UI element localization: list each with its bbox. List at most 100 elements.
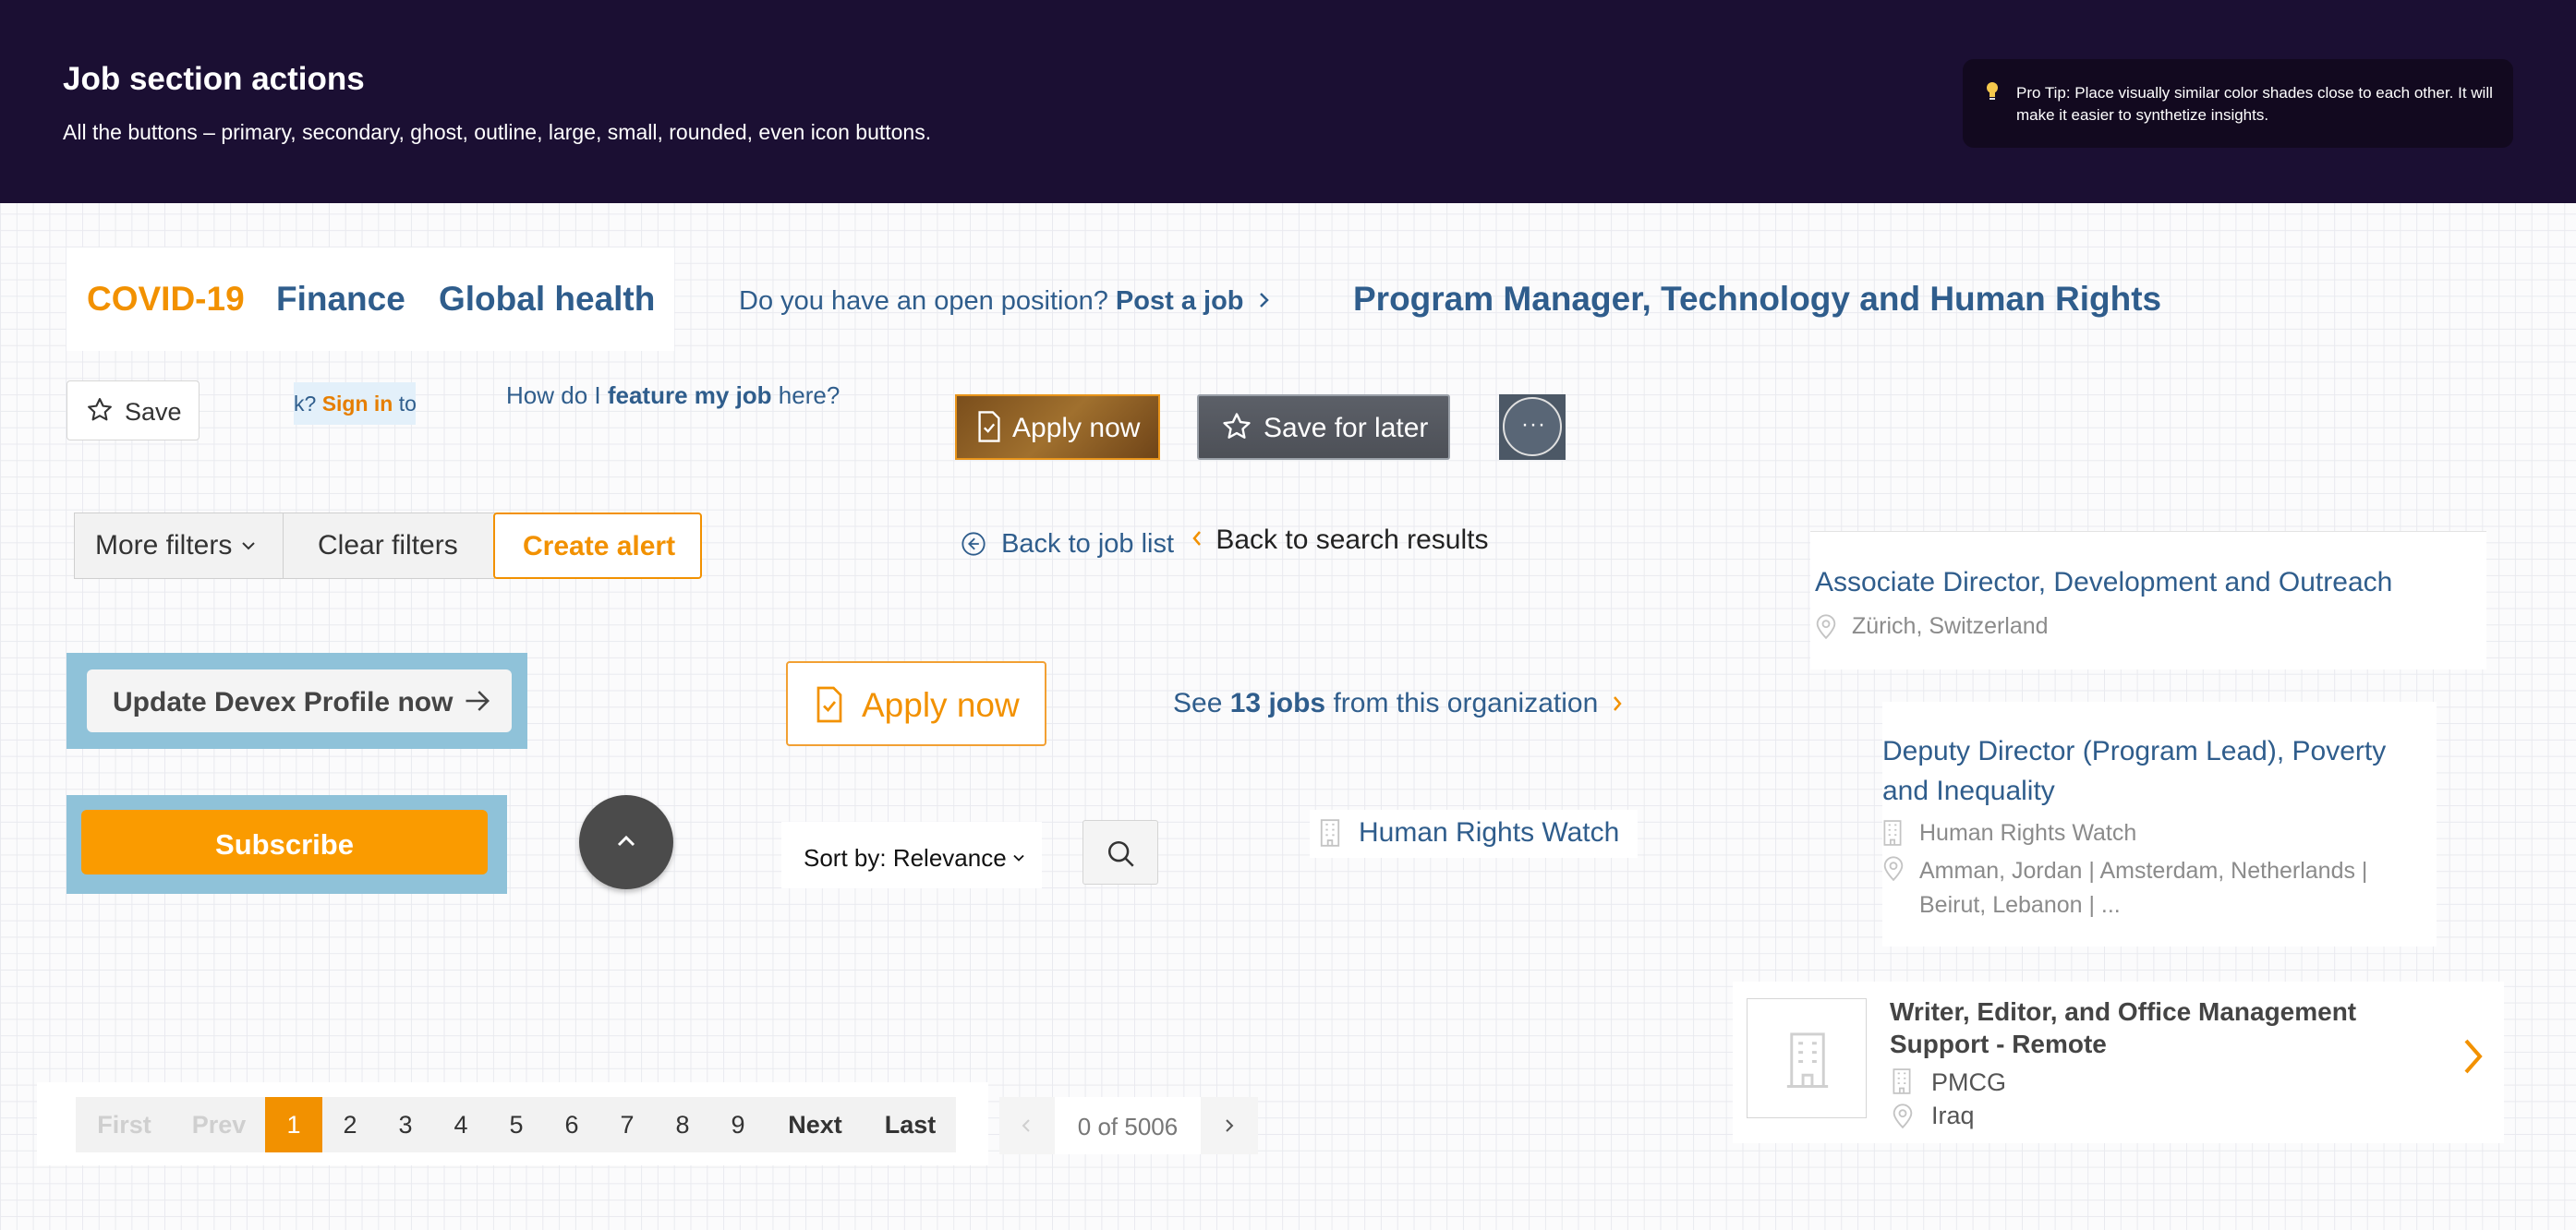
- more-horizontal-icon: ···: [1503, 397, 1562, 456]
- topic-tags: COVID-19 Finance Global health: [67, 247, 674, 351]
- more-options-glyph: ···: [1521, 412, 1546, 437]
- result-counter: 0 of 5006: [999, 1097, 1258, 1154]
- tag-global-health[interactable]: Global health: [439, 280, 655, 319]
- back-to-job-list-link[interactable]: Back to job list: [961, 529, 1174, 560]
- see-jobs-prefix: See: [1173, 688, 1223, 718]
- pro-tip-text: Pro Tip: Place visually similar color sh…: [2016, 84, 2493, 124]
- job-card-location: Zürich, Switzerland: [1852, 613, 2049, 639]
- scroll-to-top-button[interactable]: [579, 795, 673, 889]
- back-to-job-list-label: Back to job list: [1001, 529, 1175, 559]
- job-card-writer-editor[interactable]: Writer, Editor, and Office Management Su…: [1733, 982, 2504, 1143]
- pagination-page-1[interactable]: 1: [265, 1097, 322, 1152]
- job-card-org: Human Rights Watch: [1919, 820, 2137, 846]
- job-card-location: Iraq: [1931, 1102, 1975, 1129]
- pagination-next[interactable]: Next: [766, 1097, 865, 1152]
- page-subtitle: All the buttons – primary, secondary, gh…: [63, 120, 932, 144]
- pagination-page-8[interactable]: 8: [655, 1097, 710, 1152]
- lightbulb-icon: [1987, 82, 1998, 100]
- subscribe-button[interactable]: Subscribe: [81, 810, 488, 874]
- update-profile-label: Update Devex Profile now: [113, 687, 454, 718]
- pagination-page-5[interactable]: 5: [489, 1097, 544, 1152]
- more-options-button[interactable]: ···: [1499, 394, 1566, 460]
- post-job-link[interactable]: Post a job: [1116, 286, 1244, 316]
- update-profile-button[interactable]: Update Devex Profile now: [87, 669, 512, 732]
- sort-dropdown[interactable]: Sort by: Relevance: [781, 822, 1042, 888]
- location-pin-icon: [1883, 856, 1904, 881]
- job-title-link[interactable]: Program Manager, Technology and Human Ri…: [1353, 280, 2161, 319]
- sign-in-suffix: to: [398, 392, 416, 416]
- chevron-down-icon: [1013, 854, 1024, 862]
- job-card-associate-director[interactable]: Associate Director, Development and Outr…: [1810, 531, 2486, 669]
- back-to-search-results-link[interactable]: Back to search results: [1191, 525, 1488, 556]
- clear-filters-button[interactable]: Clear filters: [283, 512, 495, 579]
- subscribe-container: Subscribe: [67, 795, 507, 894]
- create-alert-label: Create alert: [523, 531, 676, 561]
- chevron-right-icon: [1226, 1119, 1234, 1132]
- feature-job-link[interactable]: feature my job: [608, 381, 772, 409]
- create-alert-button[interactable]: Create alert: [493, 512, 702, 579]
- chevron-up-icon: [617, 835, 635, 847]
- pagination: First Prev 1 2 3 4 5 6 7 8 9 Next Last: [76, 1097, 956, 1152]
- tag-covid-19[interactable]: COVID-19: [87, 280, 245, 319]
- pro-tip: Pro Tip: Place visually similar color sh…: [1963, 59, 2513, 148]
- tag-finance[interactable]: Finance: [276, 280, 405, 319]
- save-button-label: Save: [125, 398, 182, 426]
- apply-now-button-outline[interactable]: Apply now: [786, 661, 1046, 746]
- clear-filters-label: Clear filters: [318, 530, 458, 561]
- chevron-left-icon: [1192, 531, 1201, 546]
- see-org-jobs-link[interactable]: See 13 jobs from this organization: [1173, 688, 1647, 729]
- save-button[interactable]: Save: [67, 380, 200, 440]
- back-to-search-results-label: Back to search results: [1215, 525, 1489, 555]
- sign-in-link[interactable]: Sign in: [322, 392, 393, 416]
- apply-now-label: Apply now: [862, 686, 1020, 724]
- building-icon: [1786, 1032, 1829, 1089]
- sign-in-prompt: k? Sign in to: [294, 382, 416, 425]
- next-page-button[interactable]: [1201, 1097, 1258, 1154]
- pagination-prev[interactable]: Prev: [173, 1097, 265, 1152]
- job-card-title[interactable]: Associate Director, Development and Outr…: [1815, 567, 2392, 598]
- pagination-page-2[interactable]: 2: [322, 1097, 378, 1152]
- subscribe-label: Subscribe: [215, 828, 354, 861]
- organization-logo-placeholder: [1747, 998, 1867, 1118]
- pagination-last[interactable]: Last: [865, 1097, 956, 1152]
- organization-link[interactable]: Human Rights Watch: [1310, 810, 1638, 858]
- more-filters-button[interactable]: More filters: [74, 512, 284, 579]
- page-title: Job section actions: [63, 61, 365, 97]
- post-job-prompt: Do you have an open position? Post a job: [739, 286, 1270, 317]
- save-for-later-button[interactable]: Save for later: [1197, 394, 1450, 460]
- job-card-deputy-director[interactable]: Deputy Director (Program Lead), Poverty …: [1882, 702, 2437, 947]
- result-count: 0 of 5006: [1077, 1113, 1179, 1140]
- location-pin-icon: [1816, 614, 1836, 639]
- pagination-page-3[interactable]: 3: [378, 1097, 433, 1152]
- job-card-org: PMCG: [1931, 1068, 2006, 1096]
- building-icon: [1883, 820, 1902, 846]
- document-check-icon: [816, 686, 842, 723]
- update-profile-container: Update Devex Profile now: [67, 653, 527, 749]
- more-filters-label: More filters: [95, 530, 233, 561]
- chevron-right-icon[interactable]: [2462, 1037, 2485, 1076]
- arrow-right-icon: [466, 691, 490, 711]
- star-icon: [1223, 413, 1251, 439]
- pagination-page-7[interactable]: 7: [599, 1097, 655, 1152]
- pagination-page-9[interactable]: 9: [710, 1097, 766, 1152]
- job-card-title[interactable]: Deputy Director (Program Lead), Poverty …: [1882, 731, 2418, 811]
- apply-now-button-dark[interactable]: Apply now: [955, 394, 1160, 460]
- location-pin-icon: [1893, 1103, 1913, 1128]
- post-job-question: Do you have an open position?: [739, 286, 1108, 316]
- pagination-page-4[interactable]: 4: [433, 1097, 489, 1152]
- building-icon: [1320, 819, 1340, 847]
- see-jobs-suffix: from this organization: [1333, 688, 1599, 718]
- search-button[interactable]: [1082, 820, 1158, 885]
- chevron-left-icon: [1022, 1119, 1030, 1132]
- search-icon: [1107, 840, 1134, 867]
- apply-now-label: Apply now: [1012, 413, 1141, 443]
- feature-job-prefix: How do I: [506, 381, 601, 409]
- sort-dropdown-label: Sort by: Relevance: [804, 844, 1007, 872]
- job-card-title[interactable]: Writer, Editor, and Office Management Su…: [1890, 995, 2407, 1060]
- arrow-left-circle-icon: [961, 532, 986, 556]
- pagination-page-6[interactable]: 6: [544, 1097, 599, 1152]
- pagination-first[interactable]: First: [76, 1097, 173, 1152]
- previous-page-button[interactable]: [999, 1097, 1055, 1154]
- chevron-right-icon: [1259, 293, 1269, 308]
- sign-in-prefix: k?: [294, 392, 317, 416]
